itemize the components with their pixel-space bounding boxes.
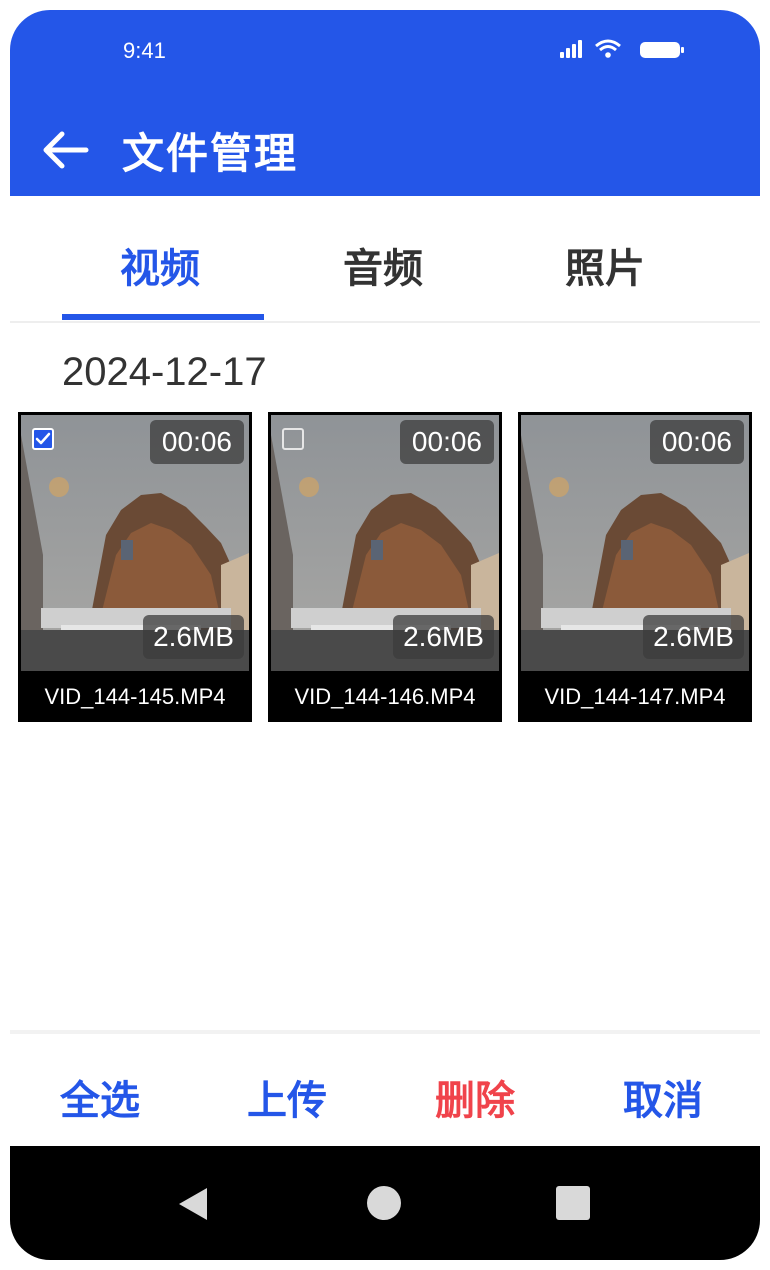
tab-audio[interactable]: 音频 (343, 236, 423, 294)
triangle-back-icon (179, 1188, 207, 1220)
video-card[interactable]: 00:06 2.6MB VID_144-145.MP4 (18, 412, 252, 722)
system-nav-bar (10, 1146, 760, 1260)
arrow-left-icon (43, 131, 89, 169)
video-filename: VID_144-147.MP4 (544, 684, 726, 709)
tabs-divider (10, 321, 760, 323)
video-duration-badge: 00:06 (649, 420, 744, 464)
upload-button[interactable]: 上传 (247, 1068, 327, 1126)
file-size-badge: 2.6MB (393, 615, 494, 659)
nav-home-button[interactable] (367, 1186, 401, 1220)
phone-screen: 9:41 文件管理 视频 音频 照片 2024-12-17 00:06 2.6M… (10, 10, 760, 1260)
delete-button[interactable]: 删除 (435, 1068, 515, 1126)
media-tabs: 视频 音频 照片 (10, 196, 760, 323)
app-header: 9:41 文件管理 (10, 10, 760, 196)
video-filename: VID_144-145.MP4 (44, 684, 226, 709)
video-card[interactable]: 00:06 2.6MB VID_144-146.MP4 (268, 412, 502, 722)
video-duration-badge: 00:06 (399, 420, 494, 464)
video-card[interactable]: 00:06 2.6MB VID_144-147.MP4 (518, 412, 752, 722)
back-button[interactable] (38, 128, 92, 172)
page-title: 文件管理 (122, 129, 299, 178)
cancel-button[interactable]: 取消 (623, 1068, 703, 1126)
select-all-button[interactable]: 全选 (60, 1068, 140, 1126)
tab-video[interactable]: 视频 (120, 236, 200, 294)
checkmark-icon (35, 432, 51, 445)
video-duration-badge: 00:06 (149, 420, 244, 464)
status-time: 9:41 (123, 38, 166, 63)
video-filename: VID_144-146.MP4 (294, 684, 476, 709)
active-tab-indicator (62, 314, 264, 320)
select-checkbox[interactable] (282, 428, 304, 450)
file-size-badge: 2.6MB (143, 615, 244, 659)
section-date: 2024-12-17 (62, 350, 267, 394)
nav-back-button[interactable] (175, 1186, 211, 1226)
tab-photo[interactable]: 照片 (565, 236, 645, 294)
status-icons (558, 36, 688, 64)
select-checkbox[interactable] (32, 428, 54, 450)
file-size-badge: 2.6MB (643, 615, 744, 659)
nav-recents-button[interactable] (556, 1186, 590, 1220)
signal-icon (560, 39, 684, 58)
